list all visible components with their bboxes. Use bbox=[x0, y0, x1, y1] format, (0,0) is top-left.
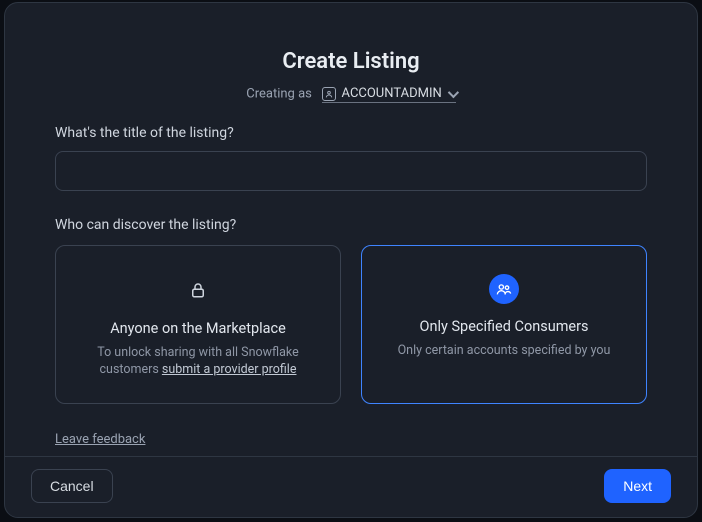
dialog-body: Create Listing Creating as ACCOUNTADMIN … bbox=[5, 3, 697, 456]
listing-title-input[interactable] bbox=[55, 151, 647, 191]
next-button[interactable]: Next bbox=[604, 469, 671, 503]
option-specified-consumers[interactable]: Only Specified Consumers Only certain ac… bbox=[361, 245, 647, 404]
submit-provider-profile-link[interactable]: submit a provider profile bbox=[162, 362, 297, 377]
cancel-button[interactable]: Cancel bbox=[31, 469, 113, 503]
role-name: ACCOUNTADMIN bbox=[342, 86, 442, 101]
option-title: Only Specified Consumers bbox=[384, 318, 624, 335]
option-desc: Only certain accounts specified by you bbox=[384, 343, 624, 360]
lock-icon bbox=[182, 274, 214, 306]
leave-feedback-link[interactable]: Leave feedback bbox=[55, 432, 145, 447]
discover-options: Anyone on the Marketplace To unlock shar… bbox=[55, 245, 647, 404]
title-field-label: What's the title of the listing? bbox=[55, 125, 647, 141]
option-desc: To unlock sharing with all Snowflake cus… bbox=[78, 345, 318, 379]
role-line: Creating as ACCOUNTADMIN bbox=[55, 86, 647, 103]
dialog-title: Create Listing bbox=[55, 49, 647, 74]
chevron-down-icon bbox=[448, 86, 459, 97]
role-selector[interactable]: ACCOUNTADMIN bbox=[322, 86, 456, 103]
option-title: Anyone on the Marketplace bbox=[78, 320, 318, 337]
dialog-footer: Cancel Next bbox=[5, 456, 697, 517]
create-listing-dialog: Create Listing Creating as ACCOUNTADMIN … bbox=[4, 2, 698, 518]
creating-as-prefix: Creating as bbox=[246, 87, 312, 102]
people-icon bbox=[489, 274, 519, 304]
discover-label: Who can discover the listing? bbox=[55, 217, 647, 233]
option-anyone-marketplace[interactable]: Anyone on the Marketplace To unlock shar… bbox=[55, 245, 341, 404]
person-card-icon bbox=[322, 87, 336, 101]
